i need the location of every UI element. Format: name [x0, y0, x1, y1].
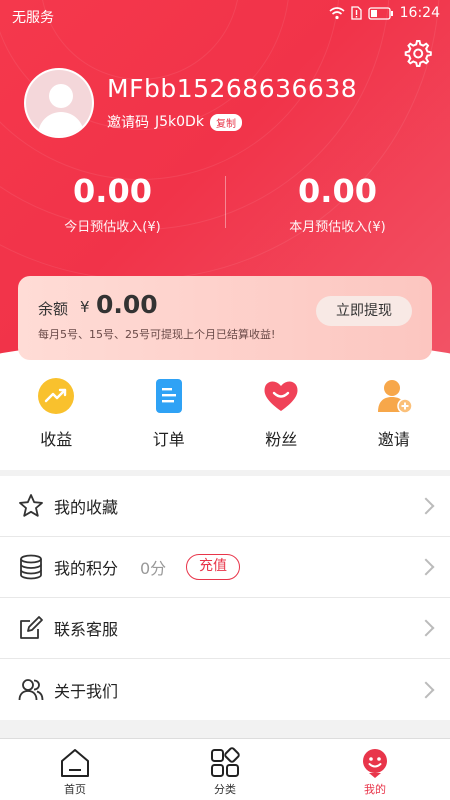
- profile-header: 无服务 16:24 MFbb15268636638 邀请码 J5k0Dk 复制 …: [0, 0, 450, 360]
- menu-label: 我的积分: [54, 559, 119, 578]
- no-sim-icon: [350, 6, 362, 20]
- today-income: 0.00 今日预估收入(¥): [0, 172, 225, 235]
- avatar[interactable]: [24, 68, 94, 138]
- invite-code-value: J5k0Dk: [155, 114, 204, 130]
- action-orders[interactable]: 订单: [113, 360, 226, 470]
- balance-value: 0.00: [96, 290, 158, 319]
- action-fans[interactable]: 粉丝: [225, 360, 338, 470]
- star-icon: [19, 494, 43, 517]
- category-icon: [211, 747, 240, 777]
- edit-icon: [20, 616, 43, 639]
- profile-icon: [363, 749, 387, 778]
- month-income: 0.00 本月预估收入(¥): [225, 172, 450, 235]
- carrier-text: 无服务: [12, 10, 54, 26]
- chevron-right-icon: [417, 558, 435, 576]
- profile-screen: 无服务 16:24 MFbb15268636638 邀请码 J5k0Dk 复制 …: [0, 0, 450, 800]
- today-income-value: 0.00: [73, 172, 152, 210]
- add-user-icon: [377, 380, 413, 414]
- chevron-right-icon: [417, 681, 435, 698]
- currency-symbol: ¥: [80, 298, 90, 316]
- quick-actions: 收益 订单 粉丝 邀请: [0, 360, 450, 470]
- action-label: 收益: [40, 430, 73, 449]
- menu-list: 我的收藏 我的积分 0分 充值 联系客服 关于我们: [0, 476, 450, 720]
- tab-mine[interactable]: 我的: [300, 739, 450, 800]
- menu-item-about[interactable]: 关于我们: [0, 659, 450, 720]
- chevron-right-icon: [417, 497, 435, 515]
- tab-label: 首页: [64, 783, 86, 796]
- menu-label: 关于我们: [54, 681, 119, 701]
- users-icon: [18, 678, 44, 700]
- database-icon: [20, 554, 42, 580]
- withdraw-button[interactable]: 立即提现: [316, 296, 412, 326]
- menu-item-points[interactable]: 我的积分 0分 充值: [0, 537, 450, 598]
- document-icon: [155, 379, 182, 413]
- tab-label: 我的: [364, 783, 386, 796]
- action-earnings[interactable]: 收益: [0, 360, 113, 470]
- trending-up-icon: [38, 378, 75, 414]
- balance-card: 余额 ¥ 0.00 每月5号、15号、25号可提现上个月已结算收益! 立即提现: [18, 276, 432, 360]
- today-income-label: 今日预估收入(¥): [64, 220, 161, 235]
- heart-icon: [264, 381, 298, 411]
- tab-home[interactable]: 首页: [0, 739, 150, 800]
- action-label: 订单: [152, 430, 185, 449]
- menu-item-favorites[interactable]: 我的收藏: [0, 476, 450, 537]
- chevron-right-icon: [417, 619, 435, 637]
- recharge-button[interactable]: 充值: [186, 554, 240, 580]
- username: MFbb15268636638: [107, 74, 358, 103]
- action-invite[interactable]: 邀请: [338, 360, 450, 470]
- invite-code-label: 邀请码: [107, 115, 149, 131]
- menu-item-customer-service[interactable]: 联系客服: [0, 598, 450, 659]
- home-icon: [61, 749, 89, 777]
- action-label: 粉丝: [265, 430, 298, 449]
- withdraw-note: 每月5号、15号、25号可提现上个月已结算收益!: [38, 328, 276, 341]
- month-income-value: 0.00: [298, 172, 377, 210]
- menu-label: 我的收藏: [54, 498, 119, 517]
- month-income-label: 本月预估收入(¥): [289, 220, 386, 235]
- battery-icon: [367, 6, 393, 20]
- action-label: 邀请: [377, 430, 410, 449]
- tab-category[interactable]: 分类: [150, 739, 300, 800]
- tab-label: 分类: [214, 783, 236, 796]
- status-bar: 无服务 16:24: [0, 0, 450, 32]
- copy-button[interactable]: 复制: [209, 113, 242, 131]
- wifi-icon: [329, 7, 345, 20]
- gear-icon[interactable]: [402, 38, 432, 68]
- points-value: 0分: [140, 559, 167, 578]
- clock-text: 16:24: [399, 5, 440, 21]
- balance-label: 余额: [38, 300, 69, 318]
- bottom-tab-bar: 首页 分类 我的: [0, 738, 450, 800]
- invite-code-row: 邀请码 J5k0Dk 复制: [107, 112, 242, 132]
- menu-label: 联系客服: [54, 620, 119, 639]
